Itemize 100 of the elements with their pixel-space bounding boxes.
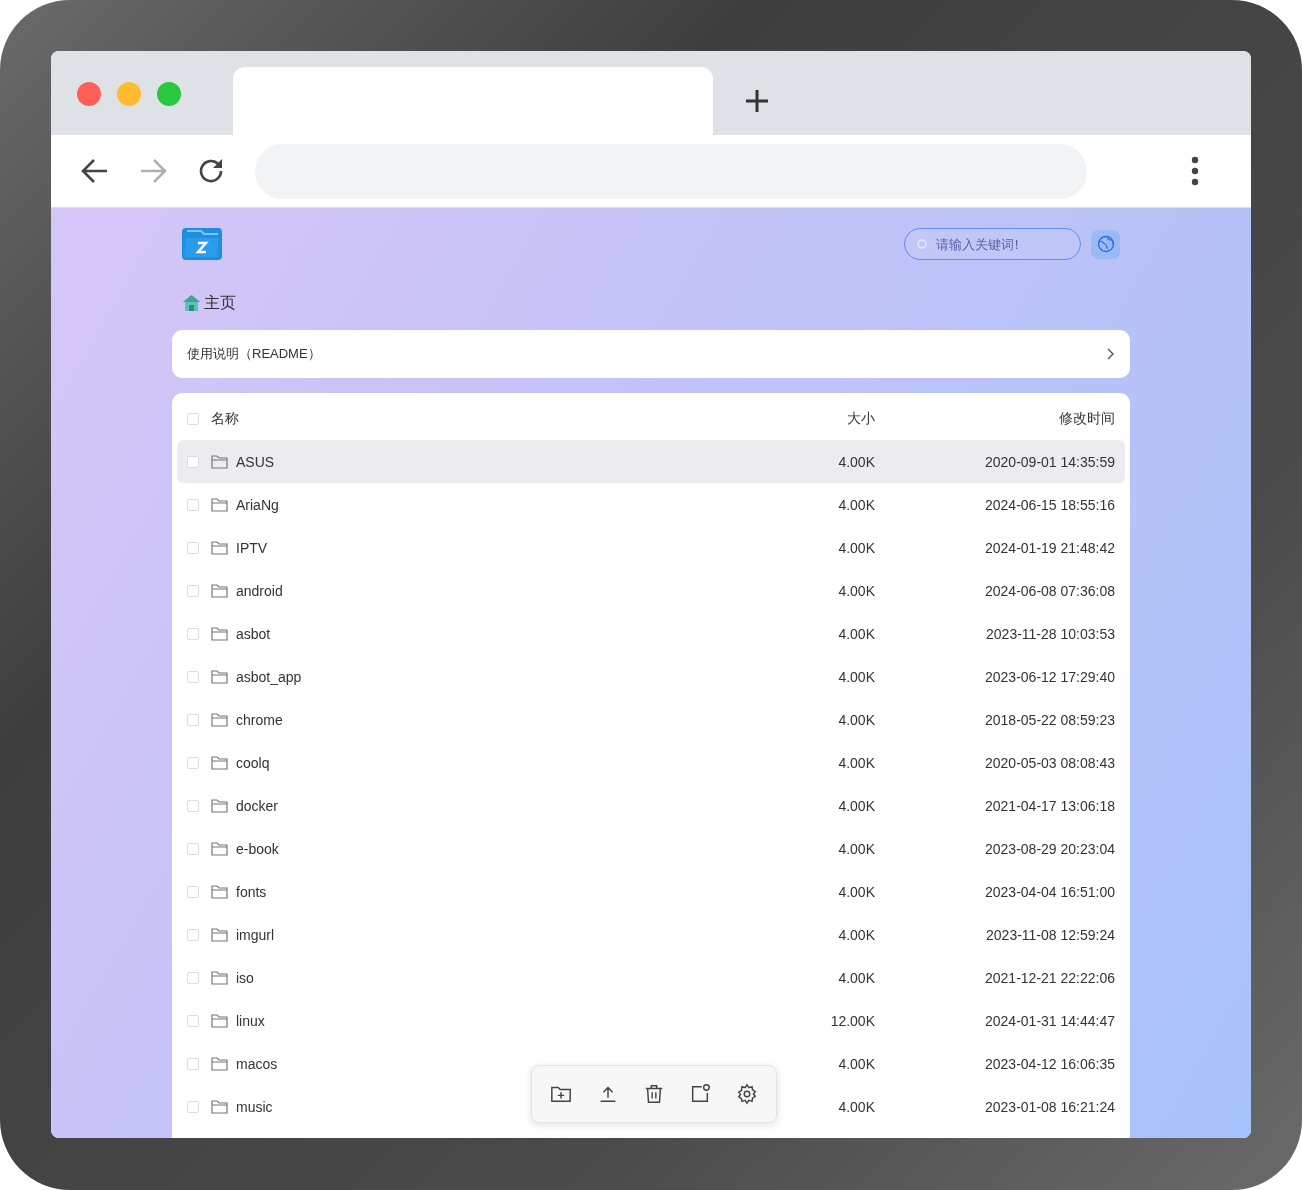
folder-icon <box>211 1013 228 1028</box>
folder-icon <box>211 970 228 985</box>
checkbox[interactable] <box>187 1014 199 1027</box>
table-row[interactable]: IPTV 4.00K 2024-01-19 21:48:42 <box>177 526 1125 569</box>
language-button[interactable] <box>1091 229 1120 259</box>
table-row[interactable]: asbot 4.00K 2023-11-28 10:03:53 <box>177 612 1125 655</box>
search-field[interactable]: 请输入关键词! <box>904 228 1081 260</box>
folder-icon <box>211 583 228 598</box>
file-name[interactable]: ASUS <box>236 453 275 470</box>
table-row[interactable]: docker 4.00K 2021-04-17 13:06:18 <box>177 784 1125 827</box>
checkbox[interactable] <box>187 498 199 511</box>
table-row[interactable]: AriaNg 4.00K 2024-06-15 18:55:16 <box>177 483 1125 526</box>
table-row[interactable]: android 4.00K 2024-06-08 07:36:08 <box>177 569 1125 612</box>
modified-time: 2024-06-08 07:36:08 <box>984 582 1115 599</box>
folder-icon <box>211 755 228 770</box>
folder-icon <box>211 669 228 684</box>
file-name[interactable]: e-book <box>236 840 279 857</box>
checkbox[interactable] <box>187 455 199 468</box>
file-name[interactable]: fonts <box>236 883 267 900</box>
folder-icon <box>211 1099 228 1114</box>
modified-time: 2024-01-31 14:44:47 <box>984 1012 1115 1029</box>
file-name[interactable]: chrome <box>236 711 283 728</box>
minimize-window-icon[interactable] <box>117 82 141 106</box>
chevron-right-icon <box>1106 348 1114 360</box>
folder-icon <box>211 841 228 856</box>
column-header[interactable]: 大小 <box>735 410 875 428</box>
file-name[interactable]: IPTV <box>236 539 268 556</box>
folder-icon <box>211 712 228 727</box>
checkbox[interactable] <box>187 670 199 683</box>
checkbox[interactable] <box>187 799 199 812</box>
file-name[interactable]: imgurl <box>236 926 275 943</box>
close-window-icon[interactable] <box>77 82 101 106</box>
checkbox[interactable] <box>187 541 199 554</box>
back-icon[interactable] <box>81 157 109 185</box>
browser-tab[interactable] <box>233 67 713 135</box>
checkbox[interactable] <box>187 627 199 640</box>
file-name[interactable]: android <box>236 582 283 599</box>
checkbox[interactable] <box>187 1100 199 1113</box>
file-size: 4.00K <box>837 969 875 986</box>
folder-icon <box>211 626 228 641</box>
file-size: 4.00K <box>837 582 875 599</box>
table-row[interactable]: chrome 4.00K 2018-05-22 08:59:23 <box>177 698 1125 741</box>
modified-time: 2023-11-28 10:03:53 <box>985 625 1115 642</box>
folder-icon <box>211 1056 228 1071</box>
file-size: 4.00K <box>837 453 875 470</box>
table-row[interactable]: coolq 4.00K 2020-05-03 08:08:43 <box>177 741 1125 784</box>
file-name[interactable]: docker <box>236 797 279 814</box>
modified-time: 2023-06-12 17:29:40 <box>984 668 1115 685</box>
file-size: 4.00K <box>837 926 875 943</box>
checkbox[interactable] <box>187 584 199 597</box>
checkbox[interactable] <box>187 971 199 984</box>
checkbox[interactable] <box>187 1057 199 1070</box>
shape-icon <box>689 1083 712 1105</box>
table-row[interactable]: fonts 4.00K 2023-04-04 16:51:00 <box>177 870 1125 913</box>
folder-icon <box>211 540 228 555</box>
table-row[interactable]: iso 4.00K 2021-12-21 22:22:06 <box>177 956 1125 999</box>
checkbox[interactable] <box>187 713 199 726</box>
modified-time: 2024-06-15 18:55:16 <box>984 496 1115 513</box>
file-size: 12.00K <box>829 1012 875 1029</box>
file-name[interactable]: asbot_app <box>236 668 302 685</box>
table-row[interactable]: macos 4.00K 2023-04-12 16:06:35 <box>177 1042 1125 1085</box>
file-name[interactable]: AriaNg <box>236 496 279 513</box>
column-header[interactable]: 修改时间 <box>883 410 1115 428</box>
readme-card[interactable]: 使用说明（README） <box>172 330 1130 378</box>
table-row[interactable]: imgurl 4.00K 2023-11-08 12:59:24 <box>177 913 1125 956</box>
file-name[interactable]: linux <box>236 1012 265 1029</box>
new-tab-icon[interactable] <box>744 88 770 114</box>
modified-time: 2020-09-01 14:35:59 <box>984 453 1115 470</box>
maximize-window-icon[interactable] <box>157 82 181 106</box>
checkbox[interactable] <box>187 842 199 855</box>
file-size: 4.00K <box>837 668 875 685</box>
menu-icon[interactable] <box>1191 156 1199 186</box>
file-size: 4.00K <box>837 625 875 642</box>
folder-icon <box>211 798 228 813</box>
table-row[interactable]: ASUS 4.00K 2020-09-01 14:35:59 <box>177 440 1125 483</box>
app-logo-icon <box>182 228 222 260</box>
breadcrumb-link[interactable]: 主页 <box>204 292 236 314</box>
globe-icon <box>1096 235 1115 253</box>
checkbox[interactable] <box>187 413 199 425</box>
reload-icon[interactable] <box>197 157 225 185</box>
table-row[interactable]: linux 12.00K 2024-01-31 14:44:47 <box>177 999 1125 1042</box>
file-name[interactable]: asbot <box>236 625 271 642</box>
file-name[interactable]: coolq <box>236 754 270 771</box>
file-name[interactable]: music <box>236 1098 273 1115</box>
modified-time: 2023-01-08 16:21:24 <box>984 1098 1115 1115</box>
checkbox[interactable] <box>187 885 199 898</box>
file-name[interactable]: macos <box>236 1055 278 1072</box>
file-size: 4.00K <box>837 539 875 556</box>
table-row[interactable]: music 4.00K 2023-01-08 16:21:24 <box>177 1085 1125 1128</box>
file-size: 4.00K <box>837 754 875 771</box>
column-header[interactable]: 名称 <box>211 410 727 428</box>
table-row[interactable]: e-book 4.00K 2023-08-29 20:23:04 <box>177 827 1125 870</box>
checkbox[interactable] <box>187 928 199 941</box>
file-name[interactable]: iso <box>236 969 254 986</box>
checkbox[interactable] <box>187 756 199 769</box>
table-row[interactable]: asbot_app 4.00K 2023-06-12 17:29:40 <box>177 655 1125 698</box>
folder-icon <box>211 497 228 512</box>
settings-icon <box>735 1083 758 1105</box>
home-icon <box>182 294 201 312</box>
folder-icon <box>211 884 228 899</box>
